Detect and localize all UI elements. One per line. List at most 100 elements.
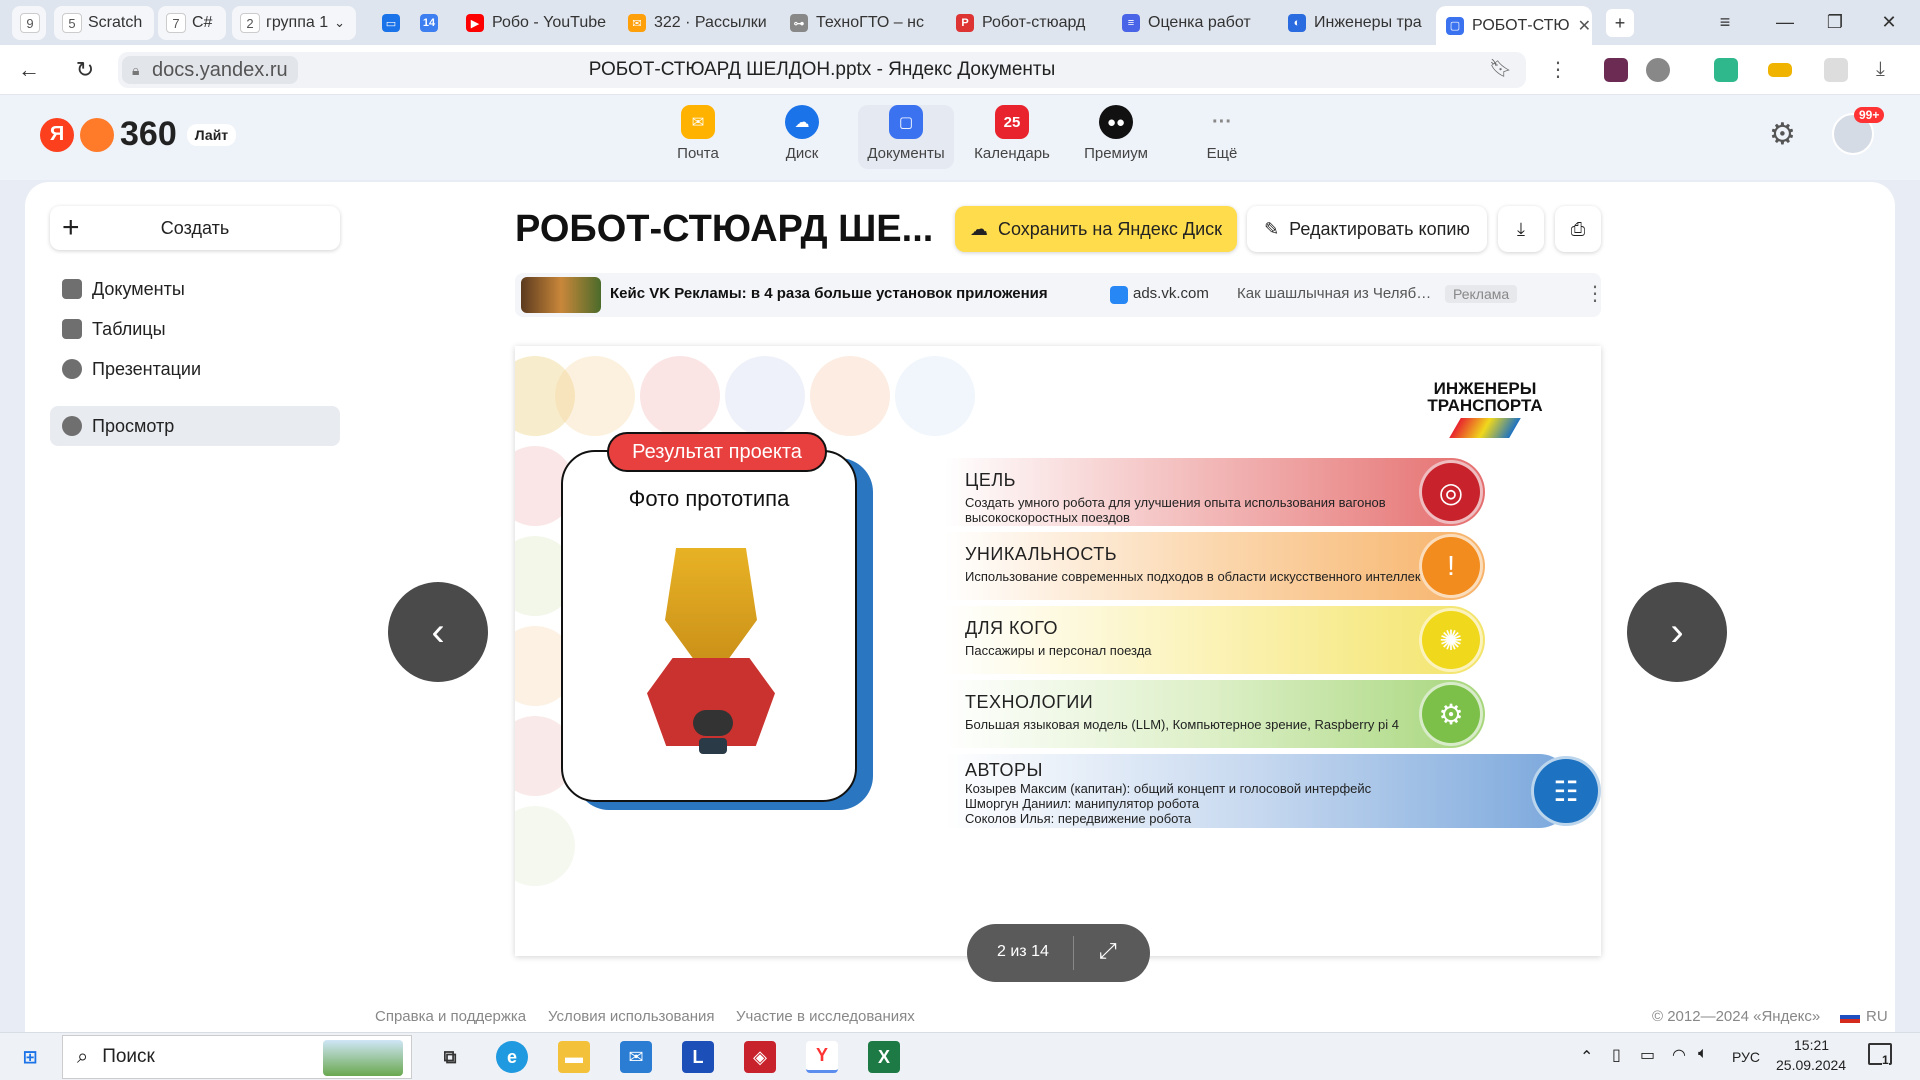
service-disk[interactable]: ☁ Диск <box>752 105 852 169</box>
device-icon[interactable]: ▯ <box>1612 1045 1621 1065</box>
sidebar-item-documents[interactable]: Документы <box>50 269 340 309</box>
tab-engineers[interactable]: ◐ Инженеры тра <box>1278 6 1428 40</box>
taskbar-search[interactable]: ⌕ Поиск <box>62 1035 412 1079</box>
edge-icon[interactable]: e <box>496 1041 528 1073</box>
extension-green-icon[interactable] <box>1714 58 1738 82</box>
minimize-button[interactable]: — <box>1770 10 1800 34</box>
tab-group-14[interactable]: 14 <box>410 6 446 40</box>
tab-pdf[interactable]: P Робот-стюард <box>946 6 1096 40</box>
service-label: Ещё <box>1206 145 1238 162</box>
robot-base <box>699 738 727 754</box>
new-tab-button[interactable]: + <box>1606 9 1634 37</box>
service-documents[interactable]: ▢ Документы <box>858 105 954 169</box>
l-app-icon[interactable]: L <box>682 1041 714 1073</box>
tab-label: Робо - YouTube <box>492 14 606 31</box>
landscape-icon <box>323 1040 403 1076</box>
row-text: Козырев Максим (капитан): общий концепт … <box>965 781 1372 826</box>
slide-row-goal: ЦЕЛЬ Создать умного робота для улучшения… <box>945 458 1485 526</box>
clock-date[interactable]: 25.09.2024 <box>1776 1057 1846 1073</box>
slide-row-technologies: ТЕХНОЛОГИИ Большая языковая модель (LLM)… <box>945 680 1485 748</box>
tab-technogto[interactable]: ⊶ ТехноГТО – нс <box>780 6 930 40</box>
tab-group-1[interactable]: 9 <box>12 6 46 40</box>
language-indicator[interactable]: РУС <box>1732 1049 1760 1065</box>
service-label: Календарь <box>974 145 1050 162</box>
tab-group-gruppa[interactable]: 2 группа 1 ⌄ <box>232 6 356 40</box>
menu-icon[interactable]: ≡ <box>1710 10 1740 34</box>
tab-mail[interactable]: ✉ 322 · Рассылки <box>618 6 768 40</box>
restore-button[interactable]: ❐ <box>1820 10 1850 34</box>
footer-link-research[interactable]: Участие в исследованиях <box>736 1008 915 1025</box>
tab-group-csharp[interactable]: 7 C# <box>158 6 226 40</box>
back-button[interactable]: ← <box>14 57 44 82</box>
disk-icon: ☁ <box>785 105 819 139</box>
create-button[interactable]: + Создать <box>50 206 340 250</box>
clock-time[interactable]: 15:21 <box>1794 1037 1829 1053</box>
fullscreen-icon[interactable]: ⤢ <box>1099 938 1117 964</box>
bookmark-icon[interactable]: 🔖︎ <box>1489 58 1512 79</box>
download-button[interactable]: ⤓ <box>1498 206 1544 252</box>
more-vert-icon[interactable]: ⋮ <box>1548 57 1568 82</box>
extension-w-icon[interactable] <box>1604 58 1628 82</box>
more-vert-icon[interactable]: ⋮ <box>1585 281 1605 306</box>
footer-link-terms[interactable]: Условия использования <box>548 1008 715 1025</box>
language-switch[interactable]: RU <box>1840 1008 1888 1025</box>
battery-icon[interactable] <box>1768 63 1792 77</box>
print-button[interactable]: ⎙ <box>1555 206 1601 252</box>
url-chip[interactable]: 🔒︎ docs.yandex.ru <box>122 56 298 84</box>
download-icon[interactable]: ⤓ <box>1876 58 1900 82</box>
disk-save-icon: ☁ <box>969 218 988 239</box>
close-icon[interactable]: ✕ <box>1578 16 1591 36</box>
logo-line-2: ТРАНСПОРТА <box>1427 396 1543 415</box>
edit-copy-button[interactable]: ✎ Редактировать копию <box>1247 206 1487 252</box>
tab-active-document[interactable]: ▢ РОБОТ-СТЮ ✕ <box>1436 6 1592 45</box>
sidebar-item-presentations[interactable]: Презентации <box>50 349 340 389</box>
save-to-disk-button[interactable]: ☁ Сохранить на Яндекс Диск <box>955 206 1237 252</box>
sidebar-item-tables[interactable]: Таблицы <box>50 309 340 349</box>
tab-messenger[interactable]: ▭ <box>372 6 408 40</box>
exclamation-icon: ! <box>1419 534 1483 598</box>
yandex360-logo[interactable]: Я 360 Лайт <box>40 115 237 154</box>
sidebar-item-view[interactable]: Просмотр <box>50 406 340 446</box>
wifi-icon[interactable]: ◠ <box>1672 1045 1686 1065</box>
gear-icon[interactable]: ⚙ <box>1769 117 1796 152</box>
globe-icon[interactable] <box>1646 58 1670 82</box>
close-window-button[interactable]: ✕ <box>1874 10 1904 34</box>
tab-youtube[interactable]: ▶ Робо - YouTube <box>456 6 606 40</box>
chevron-up-icon[interactable]: ⌃ <box>1580 1047 1593 1067</box>
footer-link-help[interactable]: Справка и поддержка <box>375 1008 526 1025</box>
tab-count-icon: 14 <box>420 14 438 32</box>
mail-app-icon[interactable]: ✉ <box>620 1041 652 1073</box>
excel-icon[interactable]: X <box>868 1041 900 1073</box>
next-slide-button[interactable]: › <box>1627 582 1727 682</box>
service-calendar[interactable]: 25 Календарь <box>962 105 1062 169</box>
windows-start-icon[interactable]: ⊞ <box>14 1041 46 1073</box>
file-explorer-icon[interactable]: ▬ <box>558 1041 590 1073</box>
task-view-icon[interactable]: ⧉ <box>434 1041 466 1073</box>
calendar-day: 25 <box>1003 113 1021 131</box>
bg-circle <box>515 806 575 886</box>
service-mail[interactable]: ✉ Почта <box>648 105 748 169</box>
row-title: ТЕХНОЛОГИИ <box>965 692 1094 712</box>
service-premium[interactable]: ●● Премиум <box>1066 105 1166 169</box>
reload-button[interactable]: ↻ <box>70 57 100 82</box>
tab-group-count: 5 <box>62 13 82 33</box>
collections-icon[interactable] <box>1824 58 1848 82</box>
page-indicator: 2 из 14 <box>997 943 1049 960</box>
ad-domain: ads.vk.com <box>1133 285 1209 302</box>
premium-icon: ●● <box>1099 105 1133 139</box>
ad-banner[interactable]: Кейс VK Рекламы: в 4 раза больше установ… <box>515 273 1605 317</box>
tab-group-scratch[interactable]: 5 Scratch <box>54 6 154 40</box>
volume-icon[interactable]: 🔈︎ <box>1698 1045 1708 1063</box>
avatar[interactable]: 99+ <box>1832 107 1885 155</box>
disk-icon: ◐ <box>1288 14 1306 32</box>
shield-icon[interactable]: ◈ <box>744 1041 776 1073</box>
service-more[interactable]: ··· Ещё <box>1172 105 1272 169</box>
url-field[interactable]: РОБОТ-СТЮАРД ШЕЛДОН.pptx - Яндекс Докуме… <box>118 52 1526 88</box>
tab-forms[interactable]: ≡ Оценка работ <box>1112 6 1262 40</box>
yandex-browser-icon[interactable]: Y <box>806 1041 838 1073</box>
notification-center-icon[interactable]: 1 <box>1868 1043 1892 1067</box>
prev-slide-button[interactable]: ‹ <box>388 582 488 682</box>
battery-icon[interactable]: ▭ <box>1640 1045 1655 1065</box>
form-icon: ≡ <box>1122 14 1140 32</box>
presentation-slide: ИНЖЕНЕРЫ ТРАНСПОРТА Фото прототипа Резул… <box>515 346 1601 956</box>
